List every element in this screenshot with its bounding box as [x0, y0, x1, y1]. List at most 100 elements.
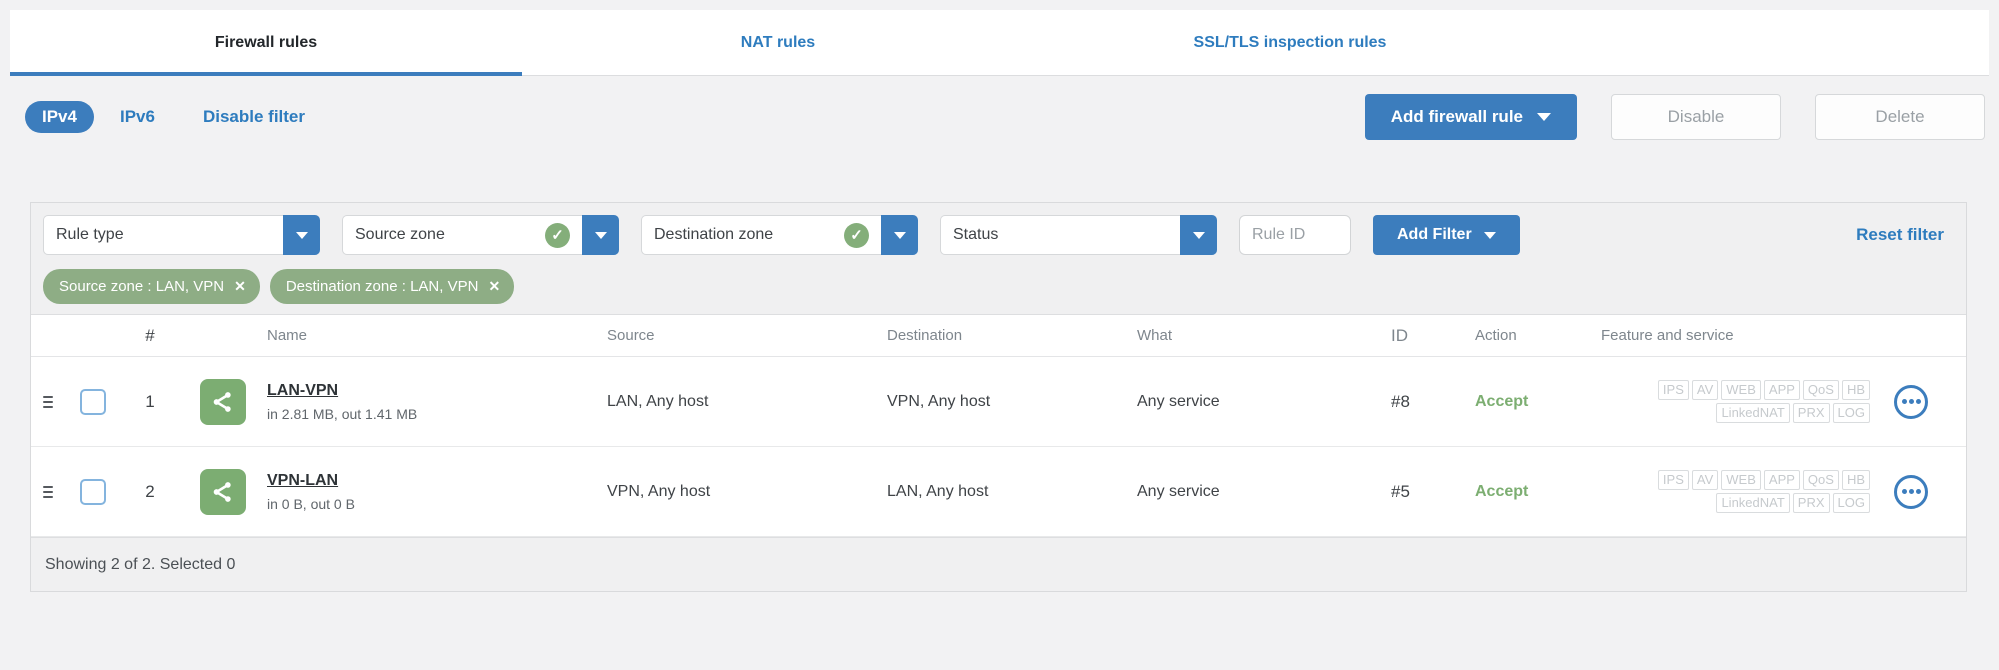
- destination-zone-filter-chip: Destination zone : LAN, VPN ✕: [269, 269, 515, 304]
- table-row: 1 LAN-VPN in 2.81 MB, out 1.41 MB LAN, A…: [31, 357, 1966, 447]
- header-action: Action: [1475, 327, 1517, 344]
- header-number: #: [145, 325, 155, 345]
- disable-filter-link[interactable]: Disable filter: [203, 107, 305, 127]
- drag-handle[interactable]: [31, 395, 65, 408]
- badge-app: APP: [1763, 380, 1800, 400]
- add-firewall-rule-button[interactable]: Add firewall rule: [1364, 94, 1577, 140]
- tab-ssl-tls-inspection-rules[interactable]: SSL/TLS inspection rules: [1034, 10, 1546, 75]
- delete-button[interactable]: Delete: [1815, 94, 1985, 140]
- rule-type-field: Rule type: [43, 215, 283, 255]
- source-zone-label: Source zone: [355, 226, 445, 243]
- table-summary: Showing 2 of 2. Selected 0: [45, 555, 236, 573]
- toolbar: IPv4 IPv6 Disable filter Add firewall ru…: [25, 94, 1985, 140]
- rule-what: Any service: [1137, 482, 1220, 500]
- badge-av: AV: [1691, 470, 1719, 490]
- chevron-down-icon: [1537, 113, 1551, 121]
- badge-av: AV: [1691, 380, 1719, 400]
- network-rule-icon: [200, 378, 246, 425]
- badge-linkednat: LinkedNAT: [1716, 493, 1790, 513]
- reset-filter-link[interactable]: Reset filter: [1856, 225, 1944, 245]
- header-source: Source: [607, 327, 655, 344]
- rule-what: Any service: [1137, 392, 1220, 410]
- header-name: Name: [267, 327, 308, 344]
- header-what: What: [1137, 327, 1173, 344]
- remove-chip-icon[interactable]: ✕: [488, 278, 500, 295]
- table-footer: Showing 2 of 2. Selected 0: [31, 537, 1966, 591]
- row-number: 2: [145, 481, 155, 501]
- add-filter-button[interactable]: Add Filter: [1373, 215, 1520, 255]
- rule-source: LAN, Any host: [607, 392, 709, 410]
- rule-destination: VPN, Any host: [887, 392, 991, 410]
- source-zone-dropdown-button[interactable]: [582, 215, 619, 255]
- rule-name-link[interactable]: VPN-LAN: [267, 472, 607, 490]
- rule-action: Accept: [1475, 392, 1529, 410]
- badge-qos: QoS: [1802, 470, 1839, 490]
- tab-nat-rules[interactable]: NAT rules: [522, 10, 1034, 75]
- ipv6-toggle[interactable]: IPv6: [120, 107, 155, 127]
- tab-label: NAT rules: [740, 33, 816, 51]
- tab-label: Firewall rules: [214, 33, 318, 51]
- rule-destination: LAN, Any host: [887, 482, 989, 500]
- check-circle-icon: ✓: [545, 222, 570, 248]
- destination-zone-field: Destination zone ✓: [641, 215, 881, 255]
- tab-bar: Firewall rules NAT rules SSL/TLS inspect…: [10, 10, 1989, 76]
- row-more-menu-button[interactable]: [1894, 384, 1928, 419]
- row-more-menu-button[interactable]: [1894, 474, 1928, 509]
- chevron-down-icon: [1483, 231, 1496, 239]
- add-filter-label: Add Filter: [1397, 226, 1472, 243]
- badge-hb: HB: [1841, 470, 1870, 490]
- row-checkbox[interactable]: [80, 388, 106, 415]
- status-label: Status: [953, 226, 999, 243]
- chevron-down-icon: [1192, 231, 1205, 239]
- destination-zone-dropdown[interactable]: Destination zone ✓: [641, 215, 918, 255]
- badge-prx: PRX: [1792, 403, 1830, 423]
- table-row: 2 VPN-LAN in 0 B, out 0 B VPN, Any host: [31, 447, 1966, 537]
- firewall-rules-page: Firewall rules NAT rules SSL/TLS inspect…: [0, 0, 1999, 670]
- filter-area: Rule type Source zone ✓ Destination zone…: [31, 203, 1966, 315]
- destination-zone-dropdown-button[interactable]: [881, 215, 918, 255]
- rule-type-dropdown[interactable]: Rule type: [43, 215, 320, 255]
- source-zone-filter-chip: Source zone : LAN, VPN ✕: [43, 269, 260, 304]
- rule-type-dropdown-button[interactable]: [283, 215, 320, 255]
- status-field: Status: [940, 215, 1180, 255]
- rule-traffic: in 2.81 MB, out 1.41 MB: [267, 405, 418, 422]
- rule-action: Accept: [1475, 482, 1529, 500]
- rules-panel: Rule type Source zone ✓ Destination zone…: [30, 202, 1967, 592]
- rule-name-link[interactable]: LAN-VPN: [267, 382, 607, 400]
- rule-traffic: in 0 B, out 0 B: [267, 495, 355, 512]
- tab-label: SSL/TLS inspection rules: [1193, 33, 1387, 51]
- source-zone-dropdown[interactable]: Source zone ✓: [342, 215, 619, 255]
- row-checkbox[interactable]: [80, 478, 106, 505]
- filter-chips-row: Source zone : LAN, VPN ✕ Destination zon…: [43, 269, 1954, 304]
- destination-zone-label: Destination zone: [654, 226, 774, 243]
- header-id: ID: [1391, 325, 1408, 345]
- check-circle-icon: ✓: [844, 222, 869, 248]
- rule-id-input[interactable]: [1239, 215, 1351, 255]
- badge-app: APP: [1763, 470, 1800, 490]
- tab-firewall-rules[interactable]: Firewall rules: [10, 10, 522, 76]
- disable-button[interactable]: Disable: [1611, 94, 1781, 140]
- badge-web: WEB: [1721, 380, 1761, 400]
- rule-source: VPN, Any host: [607, 482, 711, 500]
- chip-label: Source zone : LAN, VPN: [59, 278, 225, 295]
- ipv4-toggle[interactable]: IPv4: [25, 101, 94, 133]
- remove-chip-icon[interactable]: ✕: [234, 278, 246, 295]
- chip-label: Destination zone : LAN, VPN: [285, 278, 479, 295]
- chevron-down-icon: [594, 231, 607, 239]
- header-feature-service: Feature and service: [1601, 327, 1734, 344]
- rule-id: #8: [1391, 391, 1410, 411]
- filter-row: Rule type Source zone ✓ Destination zone…: [43, 215, 1954, 255]
- status-dropdown-button[interactable]: [1180, 215, 1217, 255]
- status-dropdown[interactable]: Status: [940, 215, 1217, 255]
- feature-badges: IPS AV WEB APP QoS HB LinkedNAT PRX LOG: [1657, 470, 1870, 513]
- feature-badges: IPS AV WEB APP QoS HB LinkedNAT PRX LOG: [1657, 380, 1870, 423]
- tab-bar-filler: [1546, 10, 1989, 75]
- chevron-down-icon: [893, 231, 906, 239]
- badge-log: LOG: [1832, 403, 1870, 423]
- drag-handle[interactable]: [31, 485, 65, 498]
- badge-web: WEB: [1721, 470, 1761, 490]
- badge-prx: PRX: [1792, 493, 1830, 513]
- header-destination: Destination: [887, 327, 963, 344]
- row-number: 1: [145, 391, 155, 411]
- badge-linkednat: LinkedNAT: [1716, 403, 1790, 423]
